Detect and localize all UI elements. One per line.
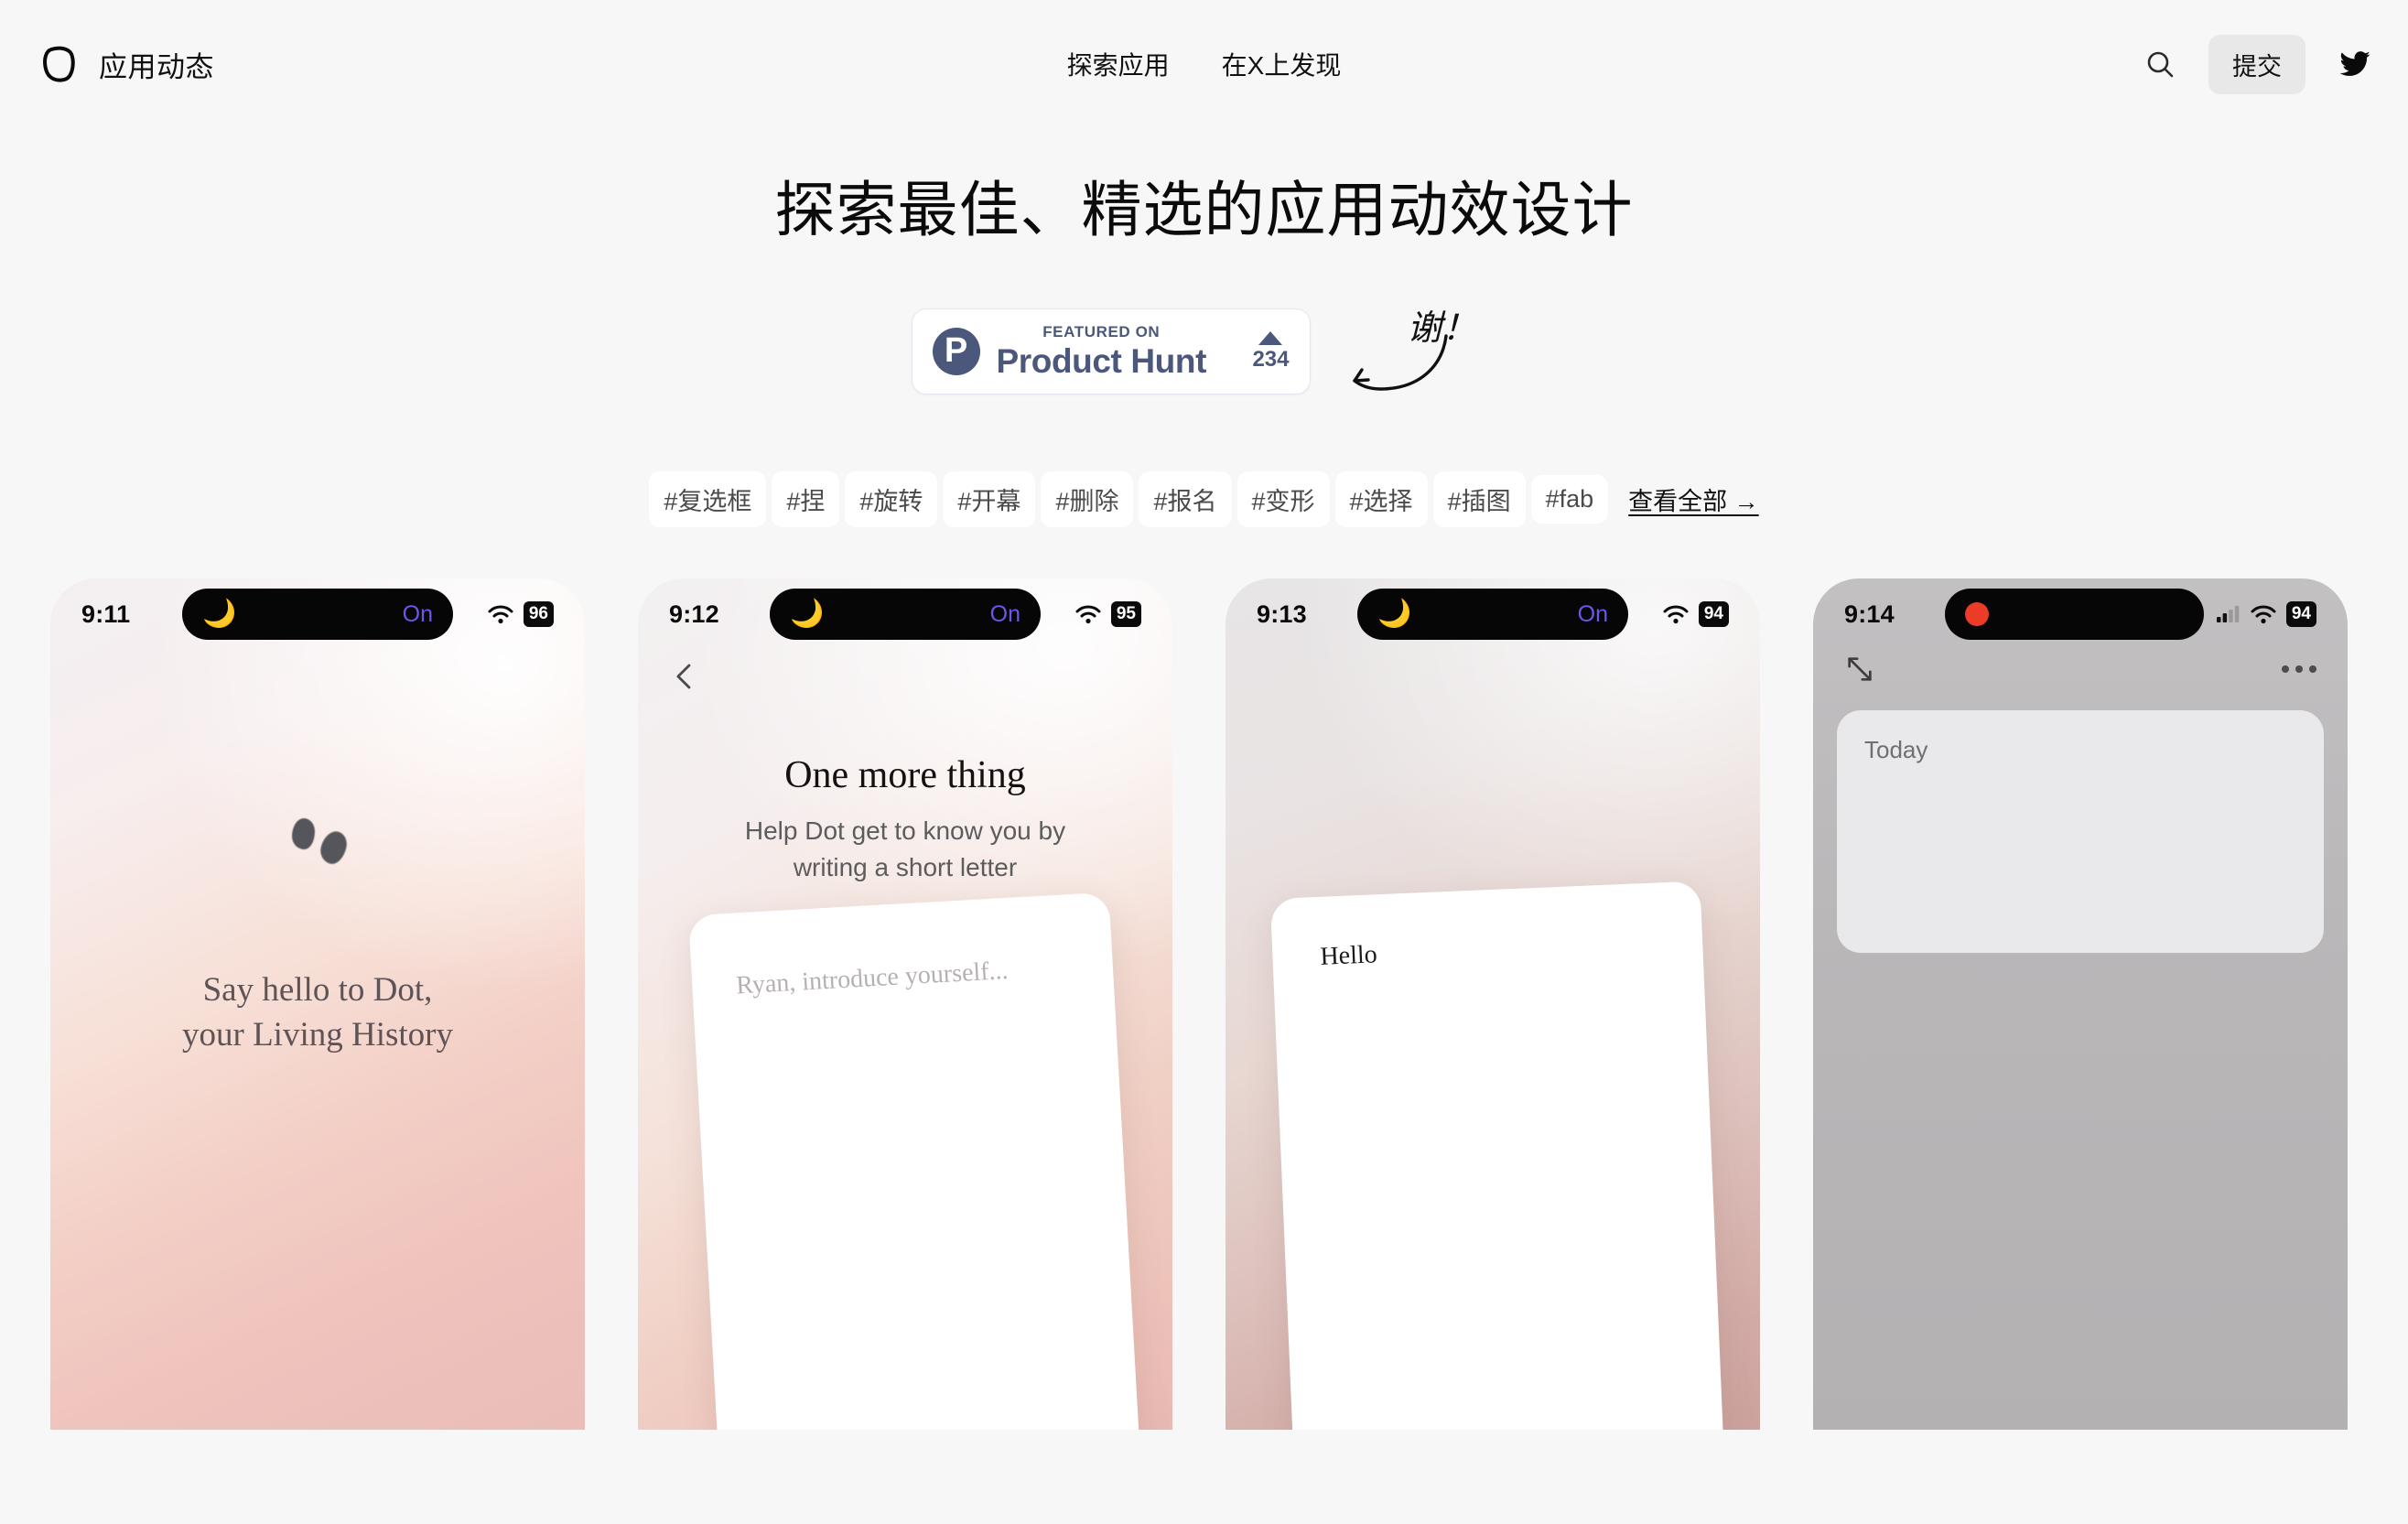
tag-illustration[interactable]: #插图	[1432, 471, 1526, 528]
dot-blobs	[50, 818, 585, 867]
battery-level: 96	[523, 601, 554, 628]
tag-fab[interactable]: #fab	[1530, 475, 1609, 524]
submit-button[interactable]: 提交	[2208, 34, 2305, 94]
dynamic-island: 🌙 On	[1357, 589, 1628, 641]
battery-level: 94	[1698, 601, 1729, 628]
status-bar: 9:12 🌙 On 95	[638, 578, 1172, 650]
blob-icon-left	[292, 818, 315, 850]
dynamic-island: 🌙 On	[770, 589, 1041, 641]
recording-indicator-icon	[1965, 602, 1989, 627]
twitter-icon[interactable]	[2338, 48, 2371, 81]
wifi-icon	[1075, 605, 1101, 624]
today-label: Today	[1864, 736, 1928, 764]
thanks-annotation: 谢！	[1351, 308, 1497, 400]
status-time: 9:14	[1844, 600, 1895, 628]
app-card-today-recording[interactable]: 9:14 94 Today	[1813, 578, 2348, 1431]
card-subtitle-line2: writing a short letter	[793, 852, 1018, 881]
status-indicators: 96	[466, 601, 554, 628]
letter-text: Hello	[1319, 940, 1378, 972]
main-nav: 探索应用 在X上发现	[1067, 46, 1342, 82]
tag-checkbox[interactable]: #复选框	[649, 471, 767, 528]
product-hunt-name: Product Hunt	[996, 341, 1207, 380]
card-subtitle-line1: Help Dot get to know you by	[744, 816, 1066, 846]
status-indicators: 94	[1641, 601, 1729, 628]
battery-level: 95	[1110, 601, 1141, 628]
status-indicators: 94	[2216, 601, 2316, 628]
upvote-caret-icon	[1258, 330, 1283, 345]
brand-name: 应用动态	[99, 50, 214, 83]
card-headline: Say hello to Dot, your Living History	[50, 968, 585, 1058]
search-icon[interactable]	[2144, 49, 2176, 80]
app-card-one-more-thing[interactable]: 9:12 🌙 On 95 One more thing Help Dot get…	[638, 578, 1172, 1431]
product-hunt-badge[interactable]: P FEATURED ON Product Hunt 234	[911, 308, 1311, 395]
dynamic-island	[1945, 589, 2204, 641]
status-bar: 9:13 🌙 On 94	[1226, 578, 1760, 650]
today-panel[interactable]: Today	[1837, 710, 2324, 954]
tag-filter-list: #复选框 #捏 #旋转 #开幕 #删除 #报名 #变形 #选择 #插图 #fab…	[0, 471, 2408, 528]
card-headline: One more thing	[784, 754, 1026, 797]
badge-row: P FEATURED ON Product Hunt 234 谢！	[0, 308, 2408, 400]
page-title: 探索最佳、精选的应用动效设计	[774, 176, 1634, 243]
status-time: 9:11	[81, 600, 131, 628]
moon-icon: 🌙	[202, 599, 237, 630]
focus-state-label: On	[402, 600, 433, 627]
status-indicators: 95	[1053, 601, 1141, 628]
card-headline-line2: your Living History	[182, 1016, 453, 1054]
app-logo-icon	[43, 46, 75, 82]
tag-onboarding[interactable]: #开幕	[943, 471, 1036, 528]
blob-icon-right	[318, 828, 350, 867]
cellular-signal-icon	[2216, 606, 2240, 623]
letter-placeholder: Ryan, introduce yourself...	[735, 957, 1010, 1000]
card-headline-line1: Say hello to Dot,	[202, 971, 433, 1010]
top-header: 应用动态 探索应用 在X上发现 提交	[0, 0, 2408, 128]
wifi-icon	[2251, 605, 2276, 624]
battery-level: 94	[2285, 601, 2316, 628]
more-options-icon[interactable]	[2282, 665, 2316, 674]
tag-morph[interactable]: #变形	[1236, 471, 1330, 528]
letter-input-card[interactable]: Ryan, introduce yourself...	[688, 892, 1140, 1431]
nav-item-explore[interactable]: 探索应用	[1067, 46, 1170, 82]
nav-item-discover-on-x[interactable]: 在X上发现	[1222, 46, 1342, 82]
moon-icon: 🌙	[790, 599, 825, 630]
tag-select[interactable]: #选择	[1334, 471, 1428, 528]
card-toolbar	[1813, 650, 2348, 685]
moon-icon: 🌙	[1377, 599, 1412, 630]
brand[interactable]: 应用动态	[40, 44, 214, 85]
product-hunt-votes: 234	[1252, 330, 1290, 373]
app-card-dot-hello[interactable]: 9:11 🌙 On 96 Say hello to Dot, your Livi…	[50, 578, 585, 1431]
wifi-icon	[1663, 605, 1689, 624]
status-time: 9:12	[669, 600, 719, 628]
app-card-grid: 9:11 🌙 On 96 Say hello to Dot, your Livi…	[0, 578, 2408, 1431]
header-actions: 提交	[2144, 34, 2371, 94]
tag-pinch[interactable]: #捏	[772, 471, 840, 528]
wifi-icon	[488, 605, 513, 624]
product-hunt-featured-label: FEATURED ON	[1042, 323, 1161, 341]
focus-state-label: On	[1577, 600, 1608, 627]
app-card-hello-letter[interactable]: 9:13 🌙 On 94 Hello	[1226, 578, 1760, 1431]
tag-delete[interactable]: #删除	[1041, 471, 1134, 528]
letter-text-card[interactable]: Hello	[1269, 881, 1725, 1431]
product-hunt-vote-count: 234	[1252, 346, 1290, 372]
status-bar: 9:11 🌙 On 96	[50, 578, 585, 650]
back-chevron-icon[interactable]	[669, 661, 700, 692]
dynamic-island: 🌙 On	[182, 589, 453, 641]
focus-state-label: On	[989, 600, 1020, 627]
curved-arrow-icon	[1352, 334, 1448, 391]
see-all-tags-link[interactable]: 查看全部 →	[1628, 481, 1759, 517]
tag-signup[interactable]: #报名	[1139, 471, 1232, 528]
status-bar: 9:14 94	[1813, 578, 2348, 650]
status-time: 9:13	[1257, 600, 1307, 628]
card-subtitle: Help Dot get to know you by writing a sh…	[713, 813, 1097, 886]
tag-rotate[interactable]: #旋转	[845, 471, 938, 528]
expand-icon[interactable]	[1844, 654, 1875, 685]
product-hunt-logo-icon: P	[932, 328, 980, 376]
hero-section: 探索最佳、精选的应用动效设计 P FEATURED ON Product Hun…	[0, 174, 2408, 528]
